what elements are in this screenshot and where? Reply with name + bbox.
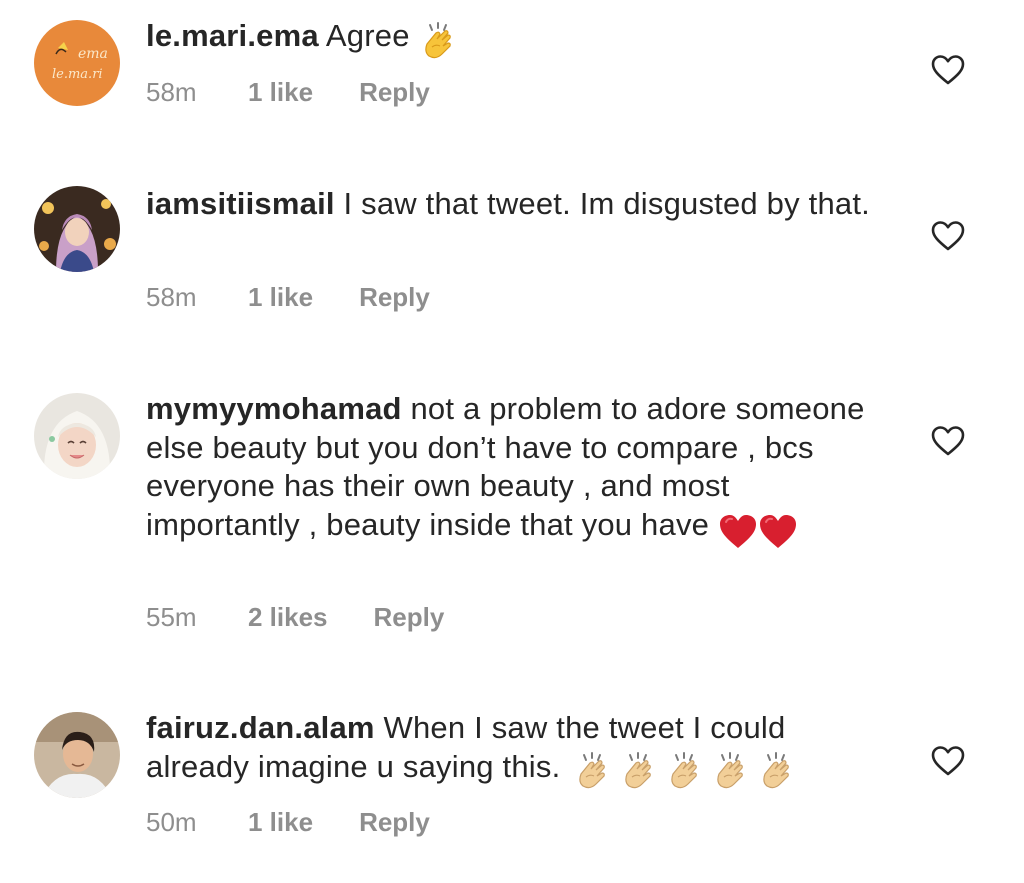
like-heart-icon[interactable] bbox=[930, 425, 966, 457]
comment-time: 55m bbox=[146, 602, 197, 632]
like-heart-icon[interactable] bbox=[930, 745, 966, 777]
comment-meta: 55m 2 likes Reply bbox=[146, 602, 444, 633]
like-heart-icon[interactable] bbox=[930, 220, 966, 252]
comment-likes[interactable]: 1 like bbox=[248, 282, 313, 313]
comment-body: Agree bbox=[318, 18, 419, 53]
comment-likes[interactable]: 2 likes bbox=[248, 602, 328, 633]
comment-time: 58m bbox=[146, 77, 197, 107]
comment-username[interactable]: le.mari.ema bbox=[146, 18, 319, 53]
comment-username[interactable]: fairuz.dan.alam bbox=[146, 710, 375, 745]
comment-meta: 58m 1 like Reply bbox=[146, 282, 430, 313]
avatar[interactable] bbox=[34, 393, 120, 479]
reply-button[interactable]: Reply bbox=[359, 77, 430, 108]
avatar[interactable]: ema le.ma.ri bbox=[34, 20, 120, 106]
comment-text: iamsitiismail I saw that tweet. Im disgu… bbox=[146, 185, 876, 224]
comment-time: 50m bbox=[146, 807, 197, 837]
reply-button[interactable]: Reply bbox=[359, 807, 430, 838]
svg-text:ema: ema bbox=[78, 46, 108, 62]
reply-button[interactable]: Reply bbox=[374, 602, 445, 633]
comment-likes[interactable]: 1 like bbox=[248, 807, 313, 838]
avatar[interactable] bbox=[34, 186, 120, 272]
comment-likes[interactable]: 1 like bbox=[248, 77, 313, 108]
comment-text: fairuz.dan.alam When I saw the tweet I c… bbox=[146, 709, 876, 792]
avatar[interactable] bbox=[34, 712, 120, 798]
clapping-hands-icon bbox=[569, 752, 799, 792]
comment-text: mymyymohamad not a problem to adore some… bbox=[146, 390, 876, 550]
comment-username[interactable]: mymyymohamad bbox=[146, 391, 402, 426]
reply-button[interactable]: Reply bbox=[359, 282, 430, 313]
svg-text:le.ma.ri: le.ma.ri bbox=[52, 67, 103, 82]
like-heart-icon[interactable] bbox=[930, 54, 966, 86]
clapping-hands-icon bbox=[418, 22, 458, 62]
comment-username[interactable]: iamsitiismail bbox=[146, 186, 335, 221]
comment-meta: 50m 1 like Reply bbox=[146, 807, 430, 838]
comment-meta: 58m 1 like Reply bbox=[146, 77, 430, 108]
red-heart-icon bbox=[718, 512, 798, 551]
comment-text: le.mari.ema Agree bbox=[146, 17, 876, 62]
comment-body: I saw that tweet. Im disgusted by that. bbox=[334, 186, 870, 221]
comment-time: 58m bbox=[146, 282, 197, 312]
